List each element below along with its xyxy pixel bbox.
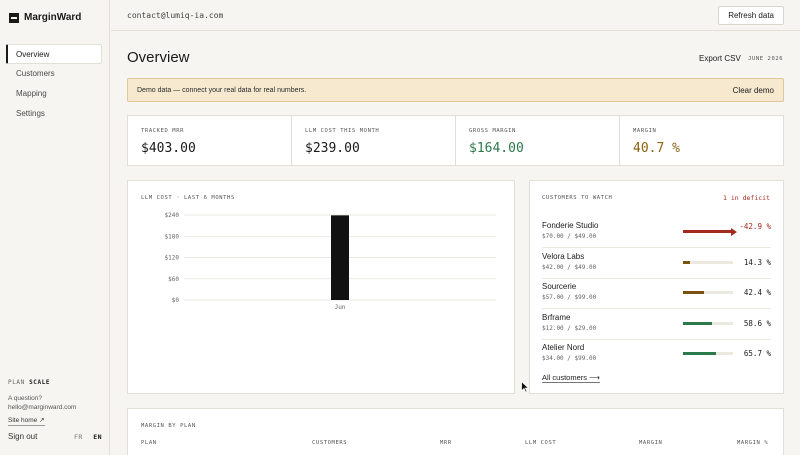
col-header-mrr: MRR <box>440 440 452 446</box>
col-header-margin: MARGIN <box>639 440 663 446</box>
kpi-margin: MARGIN 40.7 % <box>620 116 783 165</box>
y-tick-label: $120 <box>165 255 180 262</box>
question-label: A question? <box>8 395 42 402</box>
brand-logo[interactable]: MarginWard <box>9 12 81 23</box>
margin-bar-track <box>683 291 733 294</box>
customer-name: Atelier Nord <box>542 343 585 352</box>
account-email: contact@lumiq-ia.com <box>127 11 224 20</box>
margin-bar-track <box>683 352 733 355</box>
llm-cost-chart: $240 $180 $120 $60 $0 Jun <box>165 212 496 311</box>
customer-name: Velora Labs <box>542 251 585 261</box>
page-title: Overview <box>127 49 190 66</box>
col-header-customers: CUSTOMERS <box>312 440 348 446</box>
col-header-margin-pct: MARGIN % <box>737 440 769 446</box>
customers-to-watch-card: CUSTOMERS TO WATCH 1 in deficit Fonderie… <box>529 180 784 394</box>
help-block: A question? hello@marginward.com <box>8 394 76 412</box>
period-label: JUNE 2026 <box>748 56 784 62</box>
kpi-value: 40.7 % <box>633 141 680 156</box>
customer-mrr-cost: $57.00 / $99.00 <box>542 294 597 301</box>
plan-value: SCALE <box>29 379 51 386</box>
customer-mrr-cost: $70.00 / $49.00 <box>542 233 597 240</box>
customer-name: Sourcerie <box>542 282 577 291</box>
kpi-label: TRACKED MRR <box>141 128 185 134</box>
watch-row[interactable]: Atelier Nord $34.00 / $99.00 65.7 % <box>542 339 771 370</box>
demo-banner-text: Demo data — connect your real data for r… <box>137 87 307 94</box>
margin-bar-fill <box>683 230 733 233</box>
col-header-plan: PLAN <box>141 440 157 446</box>
sidebar-item-mapping[interactable]: Mapping <box>6 84 102 104</box>
margin-bar-fill <box>683 352 716 355</box>
export-csv-button[interactable]: Export CSV <box>699 54 741 63</box>
sign-out-button[interactable]: Sign out <box>8 432 37 441</box>
demo-banner: Demo data — connect your real data for r… <box>127 78 784 102</box>
margin-bar-track <box>683 227 737 236</box>
sidebar-item-overview[interactable]: Overview <box>6 44 102 64</box>
topbar: contact@lumiq-ia.com Refresh data <box>111 0 800 31</box>
customer-name: Fonderie Studio <box>542 221 599 230</box>
contact-email-link[interactable]: hello@marginward.com <box>8 403 76 412</box>
sidebar-item-settings[interactable]: Settings <box>6 104 102 124</box>
sidebar-item-customers[interactable]: Customers <box>6 64 102 84</box>
lang-fr-button[interactable]: FR <box>74 433 83 441</box>
customer-mrr-cost: $12.00 / $29.00 <box>542 324 597 332</box>
kpi-label: MARGIN <box>633 128 657 134</box>
refresh-data-button[interactable]: Refresh data <box>718 6 784 25</box>
customer-margin-value: 58.6 % <box>743 318 771 328</box>
customer-mrr-cost: $34.00 / $99.00 <box>542 355 597 362</box>
margin-bar-fill <box>683 321 712 325</box>
sidebar: MarginWard Overview Customers Mapping Se… <box>0 0 110 455</box>
watch-row[interactable]: Brframe $12.00 / $29.00 58.6 % <box>542 309 771 340</box>
plan-label: PLAN <box>8 379 25 386</box>
brand-mark-icon <box>9 12 19 23</box>
x-tick-label: Jun <box>335 304 346 311</box>
plan-table-title: MARGIN BY PLAN <box>141 423 196 429</box>
sidebar-nav: Overview Customers Mapping Settings <box>6 44 102 124</box>
customer-margin-value: 14.3 % <box>743 257 771 267</box>
llm-cost-chart-card: LLM COST · LAST 6 MONTHS $240 $180 $120 $60… <box>127 180 515 394</box>
watch-title: CUSTOMERS TO WATCH <box>542 195 613 201</box>
kpi-value: $403.00 <box>141 141 196 156</box>
y-tick-label: $0 <box>172 297 180 304</box>
customer-name: Brframe <box>542 312 571 322</box>
customer-margin-value: -42.9 % <box>739 222 771 231</box>
clear-demo-button[interactable]: Clear demo <box>733 86 774 95</box>
kpi-llm-cost: LLM COST THIS MONTH $239.00 <box>292 116 456 165</box>
language-switch: FR EN <box>74 433 102 441</box>
plan-indicator: PLAN SCALE <box>8 379 50 386</box>
kpi-value: $239.00 <box>305 141 360 156</box>
kpi-label: LLM COST THIS MONTH <box>305 128 380 134</box>
y-tick-label: $60 <box>168 276 179 283</box>
kpi-gross-margin: GROSS MARGIN $164.00 <box>456 116 620 165</box>
margin-bar-fill <box>683 260 690 264</box>
kpi-tracked-mrr: TRACKED MRR $403.00 <box>128 116 292 165</box>
customer-margin-value: 65.7 % <box>743 349 771 358</box>
deficit-count: 1 in deficit <box>723 194 770 202</box>
col-header-llm-cost: LLM COST <box>525 440 557 446</box>
brand-name: MarginWard <box>24 12 82 23</box>
watch-row[interactable]: Velora Labs $42.00 / $49.00 14.3 % <box>542 248 771 279</box>
site-home-link[interactable]: Site home ↗ <box>8 417 45 426</box>
kpi-strip: TRACKED MRR $403.00 LLM COST THIS MONTH … <box>127 115 784 166</box>
kpi-value: $164.00 <box>469 141 524 156</box>
watch-row[interactable]: Fonderie Studio $70.00 / $49.00 -42.9 % <box>542 217 771 248</box>
y-tick-label: $240 <box>165 212 180 219</box>
customer-margin-value: 42.4 % <box>743 288 771 297</box>
y-tick-label: $180 <box>165 233 180 240</box>
watch-row[interactable]: Sourcerie $57.00 / $99.00 42.4 % <box>542 278 771 309</box>
margin-bar-track <box>683 321 733 325</box>
customer-mrr-cost: $42.00 / $49.00 <box>542 263 597 271</box>
margin-by-plan-card: MARGIN BY PLAN PLAN CUSTOMERS MRR LLM CO… <box>127 408 784 455</box>
all-customers-link[interactable]: All customers ⟶ <box>542 373 600 383</box>
margin-bar-fill <box>683 291 704 294</box>
mouse-cursor-icon <box>521 381 529 393</box>
lang-en-button[interactable]: EN <box>93 433 102 441</box>
chart-bar[interactable] <box>331 215 349 300</box>
kpi-label: GROSS MARGIN <box>469 128 516 134</box>
margin-bar-track <box>683 260 733 264</box>
